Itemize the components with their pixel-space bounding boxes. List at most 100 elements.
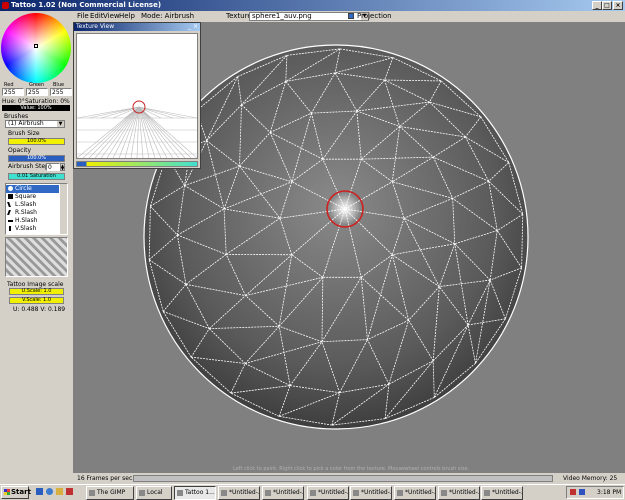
- window-title: Tattoo 1.02 (Non Commercial License): [11, 1, 162, 9]
- brush-preview: [5, 237, 68, 277]
- red-input[interactable]: [2, 88, 24, 96]
- texture-view-window[interactable]: Texture View _ ×: [73, 22, 201, 169]
- close-button[interactable]: ×: [613, 1, 623, 10]
- texture-view-close[interactable]: ×: [193, 23, 198, 31]
- horizontal-scrollbar[interactable]: [133, 475, 553, 482]
- square-icon: [8, 194, 13, 199]
- taskbar-item[interactable]: *Untitled-...: [262, 486, 304, 500]
- saturation-readout: Saturation: 0%: [25, 98, 70, 105]
- u-scale-slider[interactable]: U.Scale: 1.0: [9, 288, 64, 295]
- list-item[interactable]: Square: [6, 193, 59, 201]
- app-icon: [484, 490, 490, 496]
- sphere-mesh: [143, 44, 529, 430]
- taskbar-item[interactable]: *Untitled-...: [438, 486, 480, 500]
- value-bar[interactable]: Value: 100%: [2, 105, 70, 111]
- clock: 3:18 PM: [597, 489, 622, 496]
- l-slash-icon: [7, 202, 11, 207]
- brushes-label: Brushes: [4, 113, 29, 120]
- menu-edit[interactable]: Edit: [90, 11, 104, 22]
- minimize-button[interactable]: _: [592, 1, 602, 10]
- texture-view-minimize[interactable]: _: [188, 23, 191, 31]
- left-status: [0, 473, 73, 484]
- mode-readout: Mode: Airbrush: [141, 12, 195, 20]
- explorer-icon[interactable]: [56, 488, 63, 495]
- v-scale-slider[interactable]: V.Scale: 1.0: [9, 297, 64, 304]
- green-input[interactable]: [26, 88, 48, 96]
- app-icon: [353, 490, 359, 496]
- brush-size-slider[interactable]: 100.0%: [8, 138, 65, 145]
- color-picker-marker[interactable]: [34, 44, 38, 48]
- app-icon: [441, 490, 447, 496]
- app-icon: [89, 490, 95, 496]
- hue-readout: Hue: 0°: [2, 98, 25, 105]
- opacity-label: Opacity: [8, 147, 32, 154]
- taskbar: Start The GIMP Local Tattoo 1... *Untitled-…: [0, 484, 625, 500]
- brush-size-value: 100.0%: [26, 138, 47, 144]
- tray-icon[interactable]: [579, 489, 585, 495]
- app-icon: [221, 490, 227, 496]
- start-button[interactable]: Start: [1, 486, 31, 499]
- image-scale-label: Tattoo Image scale: [7, 281, 64, 288]
- list-scrollbar[interactable]: [60, 184, 67, 234]
- step-spinner[interactable]: ▲ ▼: [60, 163, 65, 171]
- taskbar-item[interactable]: Tattoo 1...: [174, 486, 216, 500]
- menu-view[interactable]: View: [103, 11, 120, 22]
- app-icon: [177, 490, 183, 496]
- list-item[interactable]: R.Slash: [6, 209, 59, 217]
- taskbar-item[interactable]: *Untitled-...: [307, 486, 349, 500]
- menu-file[interactable]: File: [77, 11, 89, 22]
- texture-view-scrollbar[interactable]: [76, 161, 198, 167]
- u-scale-value: U.Scale: 1.0: [21, 288, 52, 294]
- list-item[interactable]: V.Slash: [6, 225, 59, 233]
- saturation-slider[interactable]: 0.01 Saturation: [8, 173, 65, 180]
- taskbar-item[interactable]: *Untitled-...: [218, 486, 260, 500]
- brush-highlight: [329, 193, 361, 225]
- texture-view-titlebar[interactable]: Texture View _ ×: [74, 23, 200, 31]
- brush-shape-list[interactable]: Circle Square L.Slash R.Slash H.Slash V.…: [5, 183, 68, 235]
- h-slash-icon: [8, 220, 13, 222]
- list-item[interactable]: H.Slash: [6, 217, 59, 225]
- uv-mesh: [76, 106, 198, 159]
- chevron-down-icon[interactable]: ▼: [57, 121, 64, 127]
- texture-view-title: Texture View: [76, 23, 115, 30]
- app-icon: [265, 490, 271, 496]
- tray-icon[interactable]: [570, 489, 576, 495]
- circle-icon: [8, 186, 13, 191]
- airbrush-step-input[interactable]: [46, 163, 60, 171]
- fps-readout: 16 Frames per sec.: [77, 475, 135, 482]
- opacity-slider[interactable]: 100.0%: [8, 155, 65, 162]
- saturation-slider-value: 0.01 Saturation: [17, 173, 56, 179]
- brush-select[interactable]: (1) Airbrush ▼: [5, 120, 65, 128]
- texture-select-value: sphere1_auv.png: [252, 12, 312, 20]
- taskbar-item[interactable]: The GIMP: [86, 486, 134, 500]
- r-slash-icon: [7, 210, 11, 215]
- windows-logo-icon: [4, 489, 10, 495]
- app-icon: [397, 490, 403, 496]
- system-tray: 3:18 PM: [566, 486, 624, 499]
- taskbar-item[interactable]: Local: [136, 486, 172, 500]
- menu-help[interactable]: Help: [119, 11, 135, 22]
- brush-size-label: Brush Size: [8, 130, 40, 137]
- app-icon: [310, 490, 316, 496]
- app-icon: [139, 490, 145, 496]
- v-scale-value: V.Scale: 1.0: [21, 297, 52, 303]
- status-bar: 16 Frames per sec. Left click to paint. …: [73, 466, 625, 493]
- projection-checkbox[interactable]: [348, 13, 354, 19]
- blue-input[interactable]: [50, 88, 72, 96]
- texture-canvas[interactable]: [76, 33, 198, 159]
- maximize-button[interactable]: □: [602, 1, 612, 10]
- taskbar-item[interactable]: *Untitled-...: [481, 486, 523, 500]
- quicklaunch-icon[interactable]: [66, 488, 73, 495]
- list-item[interactable]: L.Slash: [6, 201, 59, 209]
- title-bar: Tattoo 1.02 (Non Commercial License) _ □…: [0, 0, 625, 11]
- list-item[interactable]: Circle: [6, 185, 59, 193]
- ie-icon[interactable]: [46, 488, 53, 495]
- taskbar-item[interactable]: *Untitled-...: [394, 486, 436, 500]
- opacity-value: 100.0%: [26, 155, 47, 161]
- desktop-icon[interactable]: [36, 488, 43, 495]
- v-slash-icon: [9, 226, 11, 231]
- color-wheel[interactable]: [1, 13, 71, 83]
- uv-readout: U: 0.488 V: 0.189: [13, 306, 66, 313]
- projection-label: Projection: [357, 12, 392, 20]
- taskbar-item[interactable]: *Untitled-...: [350, 486, 392, 500]
